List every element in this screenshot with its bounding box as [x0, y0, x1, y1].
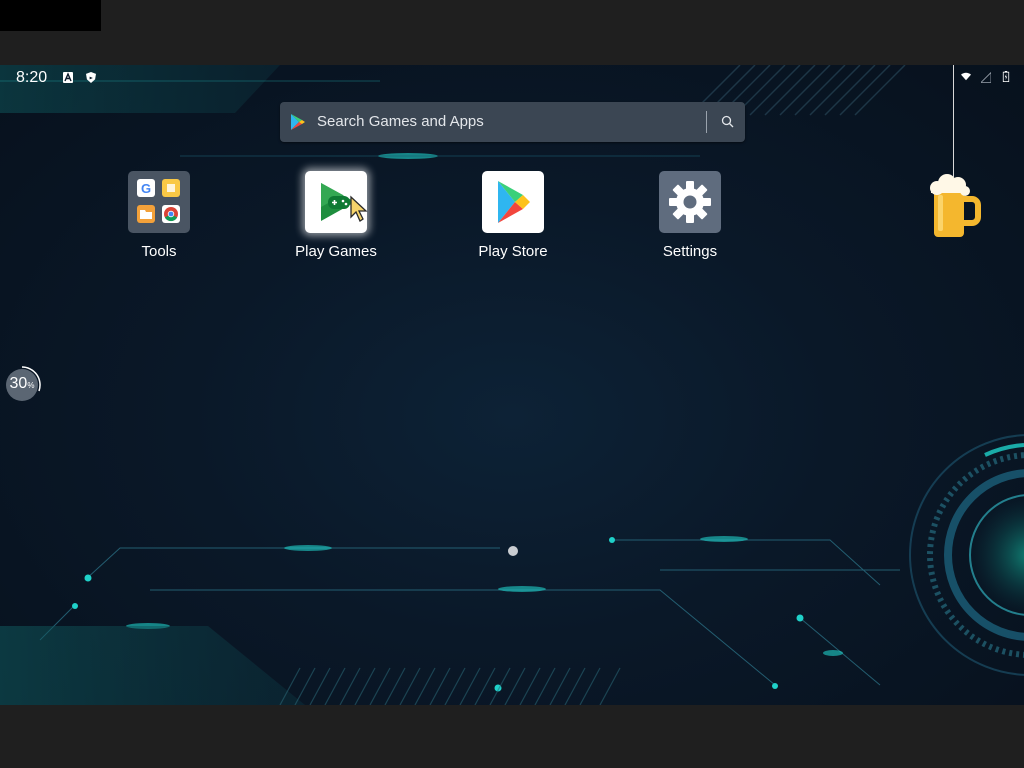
app-tools[interactable]: G Tools: [99, 171, 219, 260]
window-title-block: [0, 0, 101, 31]
search-bar[interactable]: Search Games and Apps: [280, 102, 745, 142]
notes-icon: [162, 179, 180, 197]
progress-indicator[interactable]: 30%: [3, 364, 45, 406]
window-bottom-bar: [0, 705, 1024, 768]
page-indicator-dot: [508, 546, 518, 556]
wifi-icon: [961, 72, 971, 81]
beer-string: [953, 65, 954, 177]
status-bar: 8:20: [0, 65, 1024, 91]
google-play-logo-icon: [291, 114, 305, 130]
chrome-icon: [162, 205, 180, 223]
gear-icon[interactable]: [659, 171, 721, 233]
beer-mug-icon[interactable]: [925, 173, 985, 243]
google-icon: G: [137, 179, 155, 197]
app-label: Settings: [662, 243, 718, 260]
mouse-cursor-icon: [350, 195, 368, 222]
background-decoration: [0, 65, 1024, 705]
search-placeholder[interactable]: Search Games and Apps: [317, 113, 484, 130]
window-top-bar: [0, 0, 1024, 65]
search-icon[interactable]: [721, 115, 734, 128]
progress-unit: %: [27, 381, 35, 390]
signal-icon: [981, 72, 991, 83]
progress-text: 30%: [3, 375, 41, 393]
search-divider: [706, 111, 707, 133]
app-label: Tools: [141, 243, 177, 260]
battery-icon: [1002, 71, 1010, 82]
play-store-icon[interactable]: [482, 171, 544, 233]
android-home-screen: 8:20 Search Games and Apps G Tools Play …: [0, 65, 1024, 705]
app-label: Play Store: [478, 243, 548, 260]
files-icon: [137, 205, 155, 223]
android-a-icon: [63, 72, 73, 83]
app-label: Play Games: [295, 243, 377, 260]
shield-icon: [86, 72, 96, 83]
status-clock: 8:20: [16, 69, 48, 86]
svg-text:G: G: [141, 181, 151, 196]
app-play-games[interactable]: Play Games: [276, 171, 396, 260]
tools-folder-icon[interactable]: G: [128, 171, 190, 233]
app-settings[interactable]: Settings: [630, 171, 750, 260]
play-games-icon[interactable]: [305, 171, 368, 233]
app-play-store[interactable]: Play Store: [453, 171, 573, 260]
progress-value: 30: [9, 375, 28, 392]
